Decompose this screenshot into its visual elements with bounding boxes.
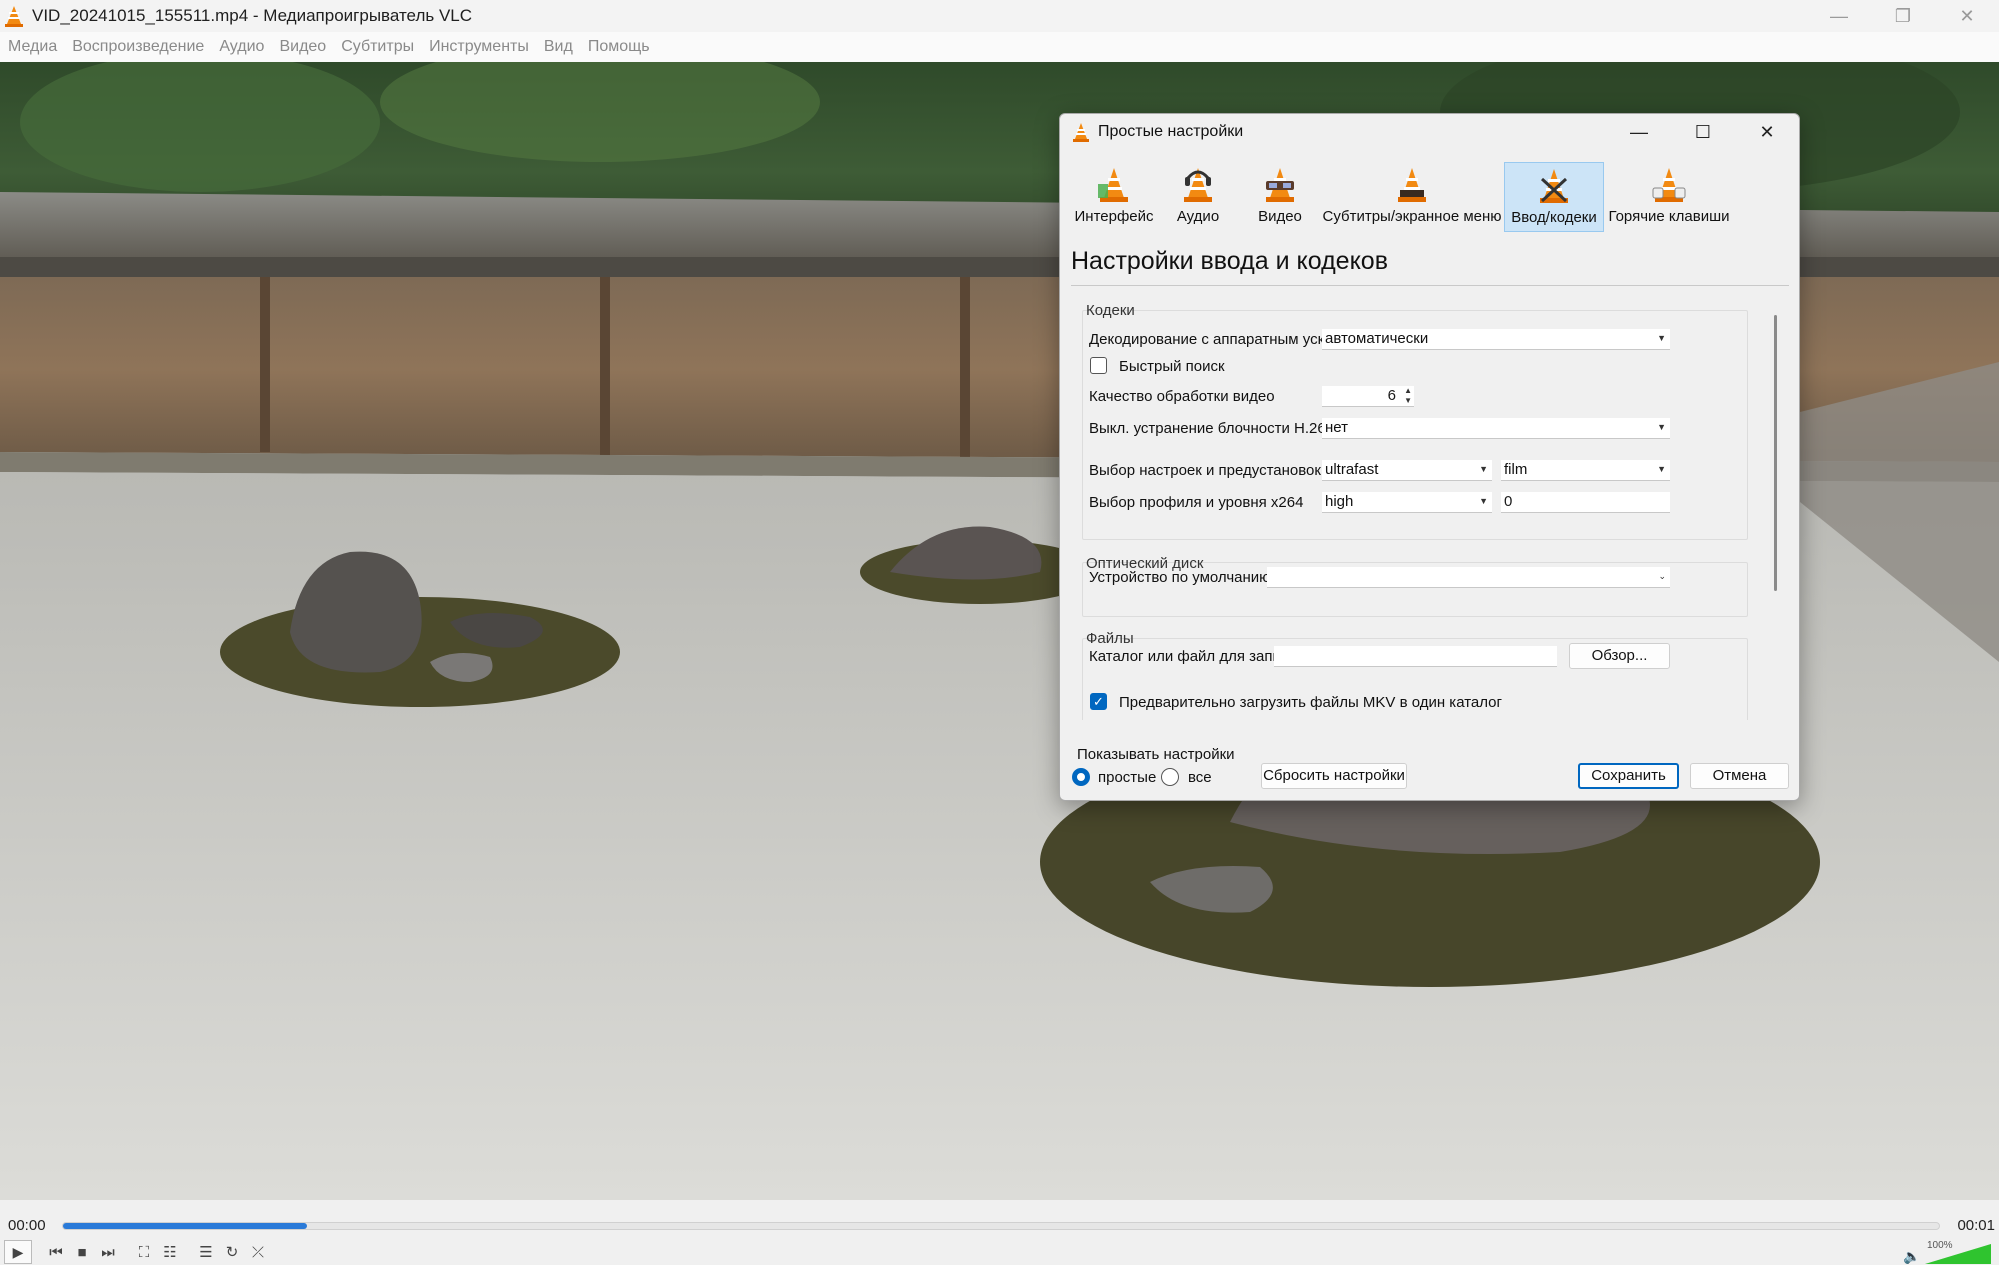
minimize-icon[interactable]: — [1807,0,1871,32]
show-all-radio[interactable] [1161,768,1179,786]
close-icon[interactable]: ✕ [1935,0,1999,32]
chevron-down-icon: ▼ [1479,464,1488,474]
close-icon[interactable]: ✕ [1735,114,1799,150]
shuffle-icon[interactable]: ⤫ [246,1240,270,1264]
disc-device-select[interactable]: ⌄ [1267,567,1670,588]
cancel-button[interactable]: Отмена [1690,763,1789,789]
files-group-title: Файлы [1086,630,1134,647]
volume-bar [1925,1244,1991,1264]
video-quality-label: Качество обработки видео [1089,388,1275,405]
preferences-dialog: Простые настройки — ☐ ✕ Интерфейс Аудио [1059,113,1800,801]
browse-button[interactable]: Обзор... [1569,643,1670,669]
menu-audio[interactable]: Аудио [219,38,264,56]
extended-settings-icon[interactable]: ☷ [158,1240,182,1264]
menu-view[interactable]: Вид [544,38,573,56]
category-hotkeys[interactable]: Горячие клавиши [1604,162,1734,232]
play-icon[interactable]: ▶ [4,1240,32,1264]
spin-arrows-icon[interactable]: ▲ ▼ [1404,386,1412,406]
reset-settings-button[interactable]: Сбросить настройки [1261,763,1407,789]
record-path-label: Каталог или файл для записей [1089,648,1306,665]
chevron-down-icon: ▼ [1657,333,1666,343]
show-simple-label: простые [1098,769,1157,786]
menu-tools[interactable]: Инструменты [429,38,529,56]
vlc-cone-icon [5,6,23,27]
save-button[interactable]: Сохранить [1578,763,1679,789]
menu-help[interactable]: Помощь [588,38,650,56]
window-titlebar: VID_20241015_155511.mp4 - Медиапроигрыва… [0,0,1999,32]
show-all-label: все [1188,769,1212,786]
stop-icon[interactable]: ■ [70,1240,94,1264]
category-subtitles[interactable]: Субтитры/экранное меню [1320,162,1504,232]
loop-icon[interactable]: ↻ [220,1240,244,1264]
hotkeys-cone-icon [1652,168,1686,202]
x264-tune-select[interactable]: film ▼ [1501,460,1670,481]
chevron-down-icon: ▼ [1479,496,1488,506]
video-quality-spinbox[interactable]: 6 ▲ ▼ [1322,386,1414,407]
settings-panel: Кодеки Декодирование с аппаратным ускоре… [1074,300,1780,720]
minimize-icon[interactable]: — [1607,114,1671,150]
heading-divider [1071,285,1789,286]
subtitles-cone-icon [1398,168,1426,202]
chevron-down-icon: ▼ [1657,422,1666,432]
maximize-icon[interactable]: ☐ [1671,114,1735,150]
menu-subtitles[interactable]: Субтитры [341,38,414,56]
menu-media[interactable]: Медиа [8,38,57,56]
menu-bar: Медиа Воспроизведение Аудио Видео Субтит… [0,32,1999,62]
restore-icon[interactable]: ❐ [1871,0,1935,32]
player-controls: 00:00 00:01 ▶ ⏮ ■ ⏭ ⛶ ☷ ☰ ↻ ⤫ 🔈 100% [0,1200,1999,1265]
record-path-input[interactable] [1274,646,1557,667]
x264-profile-label: Выбор профиля и уровня x264 [1089,494,1304,511]
disc-device-label: Устройство по умолчанию [1089,569,1271,586]
previous-icon[interactable]: ⏮ [44,1240,68,1264]
next-icon[interactable]: ⏭ [96,1240,120,1264]
show-simple-radio[interactable] [1072,768,1090,786]
category-input-codecs[interactable]: Ввод/кодеки [1504,162,1604,232]
dialog-titlebar: Простые настройки — ☐ ✕ [1060,114,1799,150]
category-video[interactable]: Видео [1240,162,1320,232]
current-time: 00:00 [8,1217,46,1234]
fullscreen-icon[interactable]: ⛶ [132,1240,156,1264]
x264-level-input[interactable]: 0 [1501,492,1670,513]
chevron-down-icon: ⌄ [1658,571,1666,581]
category-audio[interactable]: Аудио [1156,162,1240,232]
category-interface[interactable]: Интерфейс [1072,162,1156,232]
fast-seek-label: Быстрый поиск [1119,358,1225,375]
vlc-cone-icon [1073,123,1089,142]
show-settings-title: Показывать настройки [1077,746,1235,763]
codecs-group-title: Кодеки [1086,302,1135,319]
mkv-preload-checkbox[interactable]: ✓ [1090,693,1107,710]
audio-cone-icon [1184,168,1212,202]
x264-preset-select[interactable]: ultrafast ▼ [1322,460,1492,481]
seek-slider[interactable] [62,1222,1940,1230]
page-heading: Настройки ввода и кодеков [1071,247,1388,275]
mkv-preload-label: Предварительно загрузить файлы MKV в оди… [1119,694,1502,711]
menu-video[interactable]: Видео [279,38,326,56]
playlist-icon[interactable]: ☰ [194,1240,218,1264]
scrollbar-thumb[interactable] [1774,315,1777,591]
deblock-label: Выкл. устранение блочности H.264 [1089,420,1335,437]
fast-seek-checkbox[interactable] [1090,357,1107,374]
total-time: 00:01 [1957,1217,1995,1234]
window-title: VID_20241015_155511.mp4 - Медиапроигрыва… [32,6,473,25]
chevron-down-icon: ▼ [1657,464,1666,474]
seek-progress [63,1223,307,1229]
dialog-title: Простые настройки [1098,123,1244,140]
panel-scrollbar[interactable] [1773,300,1779,720]
hw-decoding-select[interactable]: автоматически ▼ [1322,329,1670,350]
video-cone-icon [1266,168,1294,202]
volume-slider[interactable]: 🔈 100% [1903,1240,1993,1264]
x264-profile-select[interactable]: high ▼ [1322,492,1492,513]
deblock-select[interactable]: нет ▼ [1322,418,1670,439]
x264-preset-label: Выбор настроек и предустановок x264 [1089,462,1358,479]
menu-playback[interactable]: Воспроизведение [72,38,204,56]
interface-cone-icon [1098,168,1128,202]
speaker-icon[interactable]: 🔈 [1903,1248,1920,1265]
input-codecs-cone-icon [1540,169,1568,203]
category-bar: Интерфейс Аудио Видео Субтитры/экранное … [1072,162,1734,232]
